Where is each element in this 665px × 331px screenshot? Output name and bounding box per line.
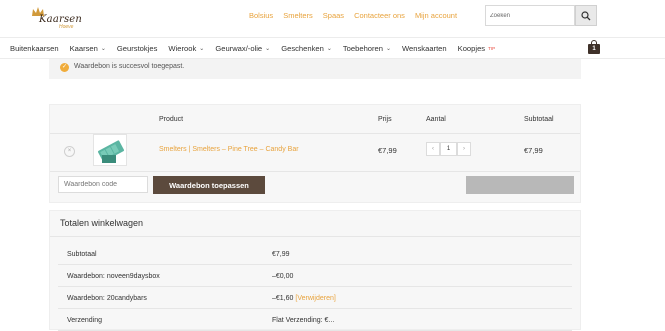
topnav-account[interactable]: Mijn account [415, 11, 457, 20]
chevron-down-icon: ⌄ [100, 46, 106, 52]
header-product: Product [159, 116, 184, 123]
topnav-bolsius[interactable]: Bolsius [249, 11, 273, 20]
divider [50, 236, 580, 237]
chevron-down-icon: ⌄ [326, 46, 332, 52]
search-icon [581, 10, 591, 20]
nav-geurstokjes[interactable]: Geurstokjes [117, 44, 158, 53]
totals-row: Verzending Flat Verzending: €... [58, 309, 572, 331]
decrease-button[interactable]: ‹ [426, 142, 440, 156]
brand-sub: Hoeve [59, 24, 74, 30]
totals-value: –€1,60 [272, 295, 294, 302]
nav-label: Wierook [168, 44, 197, 53]
nav-label: Toebehoren [342, 44, 383, 53]
increase-button[interactable]: › [457, 142, 471, 156]
site-logo[interactable]: Kaarsen Hoeve [29, 6, 82, 32]
nav-label: Koopjes [457, 44, 486, 53]
totals-value: –€0,00 [272, 273, 294, 280]
main-nav: Buitenkaarsen Kaarsen ⌄ Geurstokjes Wiero… [0, 37, 665, 59]
product-thumbnail[interactable] [93, 134, 127, 166]
success-notice: ✓ Waardebon is succesvol toegepast. [49, 59, 581, 79]
topnav-spaas[interactable]: Spaas [323, 11, 344, 20]
notice-message: Waardebon is succesvol toegepast. [74, 63, 185, 70]
nav-label: Buitenkaarsen [10, 44, 59, 53]
nav-wierook[interactable]: Wierook ⌄ [168, 44, 204, 53]
nav-label: Kaarsen [69, 44, 98, 53]
product-link[interactable]: Smelters | Smelters – Pine Tree – Candy … [159, 146, 299, 153]
cart-button[interactable]: 1 [588, 40, 600, 54]
header-subtotal: Subtotaal [524, 116, 554, 123]
totals-title: Totalen winkelwagen [60, 218, 144, 228]
nav-buitenkaarsen[interactable]: Buitenkaarsen [10, 44, 59, 53]
nav-kaarsen[interactable]: Kaarsen ⌄ [70, 44, 106, 53]
check-icon: ✓ [60, 63, 69, 72]
apply-coupon-button[interactable]: Waardebon toepassen [153, 176, 265, 194]
nav-geurwax[interactable]: Geurwax/-olie ⌄ [215, 44, 270, 53]
cart-count: 1 [588, 44, 600, 54]
search-input[interactable] [485, 5, 575, 26]
nav-label: Geurwax/-olie [215, 44, 263, 53]
topnav-contact[interactable]: Contacteer ons [354, 11, 405, 20]
nav-label: Geschenken [281, 44, 324, 53]
row-subtotal: €7,99 [524, 146, 543, 155]
quantity-value[interactable]: 1 [440, 142, 457, 156]
header-qty: Aantal [426, 116, 446, 123]
candy-bar-image [94, 135, 126, 165]
totals-value: €7,99 [272, 251, 290, 258]
divider [50, 171, 580, 172]
update-cart-button[interactable] [466, 176, 574, 194]
totals-label: Subtotaal [67, 251, 97, 258]
nav-koopjes[interactable]: Koopjes TIP [458, 44, 495, 53]
nav-geschenken[interactable]: Geschenken ⌄ [281, 44, 332, 53]
totals-label: Verzending [67, 317, 103, 324]
remove-coupon-link[interactable]: [Verwijderen] [295, 295, 335, 302]
chevron-down-icon: ⌄ [199, 46, 205, 52]
totals-row: Waardebon: noveen9daysbox –€0,00 [58, 265, 572, 287]
chevron-down-icon: ⌄ [386, 46, 392, 52]
divider [50, 133, 580, 134]
totals-row: Waardebon: 20candybars –€1,60 [Verwijder… [58, 287, 572, 309]
chevron-down-icon: ⌄ [265, 46, 271, 52]
quantity-stepper[interactable]: ‹ 1 › [426, 142, 471, 156]
nav-label: Wenskaarten [402, 44, 447, 53]
totals-label: Waardebon: noveen9daysbox [67, 273, 160, 280]
search-button[interactable] [575, 5, 597, 26]
nav-label: Geurstokjes [116, 44, 158, 53]
cart-table: Product Prijs Aantal Subtotaal × Smelter… [49, 104, 581, 203]
product-price: €7,99 [378, 146, 397, 155]
totals-value: Flat Verzending: €... [272, 317, 335, 324]
nav-wenskaarten[interactable]: Wenskaarten [402, 44, 447, 53]
topnav-smelters[interactable]: Smelters [283, 11, 313, 20]
top-nav: Bolsius Smelters Spaas Contacteer ons Mi… [249, 11, 467, 20]
totals-label: Waardebon: 20candybars [67, 295, 147, 302]
header-price: Prijs [378, 116, 392, 123]
totals-value-wrap: –€1,60 [Verwijderen] [272, 295, 336, 302]
nav-toebehoren[interactable]: Toebehoren ⌄ [343, 44, 391, 53]
cart-totals: Totalen winkelwagen Subtotaal €7,99 Waar… [49, 210, 581, 331]
remove-item-button[interactable]: × [64, 146, 75, 157]
totals-row: Subtotaal €7,99 [58, 243, 572, 265]
coupon-code-input[interactable] [58, 176, 148, 193]
tip-badge: TIP [488, 46, 496, 51]
